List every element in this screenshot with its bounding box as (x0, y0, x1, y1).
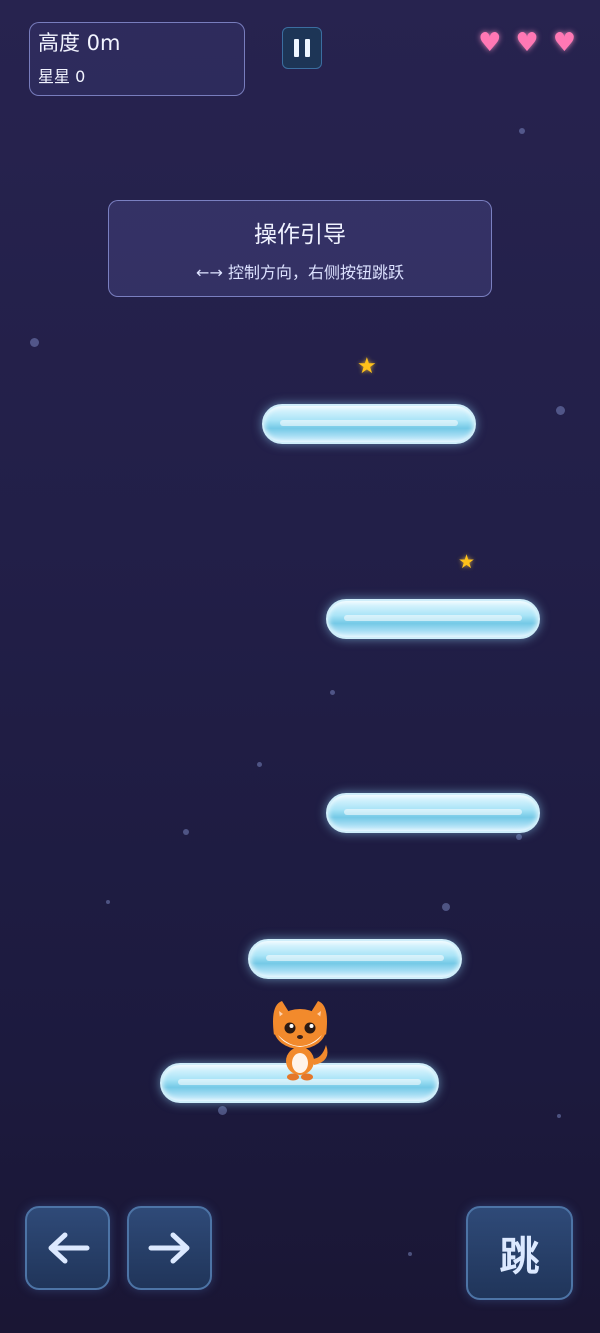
pause-icon (294, 39, 299, 57)
tutorial-title: 操作引导 (254, 222, 346, 248)
star-speck (442, 903, 450, 911)
pause-button[interactable] (282, 27, 322, 69)
move-left-button[interactable] (25, 1206, 110, 1290)
ice-platform (326, 793, 540, 833)
arrow-left-icon (48, 1232, 89, 1264)
jump-button[interactable]: 跳 (466, 1206, 573, 1300)
height-readout: 高度 0m (38, 31, 121, 55)
move-right-button[interactable] (127, 1206, 212, 1290)
star-speck (257, 762, 262, 767)
star-speck (519, 128, 525, 134)
fox-character (273, 1001, 328, 1081)
ice-platform (262, 404, 476, 444)
star-speck (183, 829, 189, 835)
lives-indicator: ♥ ♥ ♥ (478, 30, 576, 56)
star-speck (30, 338, 39, 347)
collectible-star: ★ (458, 551, 476, 573)
tutorial-hint: ←→ 控制方向，右侧按钮跳跃 (196, 263, 404, 282)
collectible-star: ★ (357, 354, 377, 379)
ice-platform (248, 939, 462, 979)
heart-icon: ♥ (478, 28, 502, 58)
arrow-right-icon (148, 1232, 189, 1264)
heart-icon: ♥ (552, 28, 576, 58)
tutorial-panel: 操作引导 ←→ 控制方向，右侧按钮跳跃 (108, 200, 492, 297)
star-speck (408, 1252, 412, 1256)
star-speck (330, 690, 335, 695)
star-speck (557, 1114, 561, 1118)
score-panel: 高度 0m 星星 0 (29, 22, 245, 96)
jump-label: 跳 (499, 1233, 540, 1280)
star-speck (516, 834, 522, 840)
star-speck (218, 1106, 227, 1115)
heart-icon: ♥ (515, 28, 539, 58)
star-speck (106, 900, 110, 904)
star-count: 星星 0 (38, 67, 86, 86)
star-speck (556, 406, 565, 415)
ice-platform (326, 599, 540, 639)
